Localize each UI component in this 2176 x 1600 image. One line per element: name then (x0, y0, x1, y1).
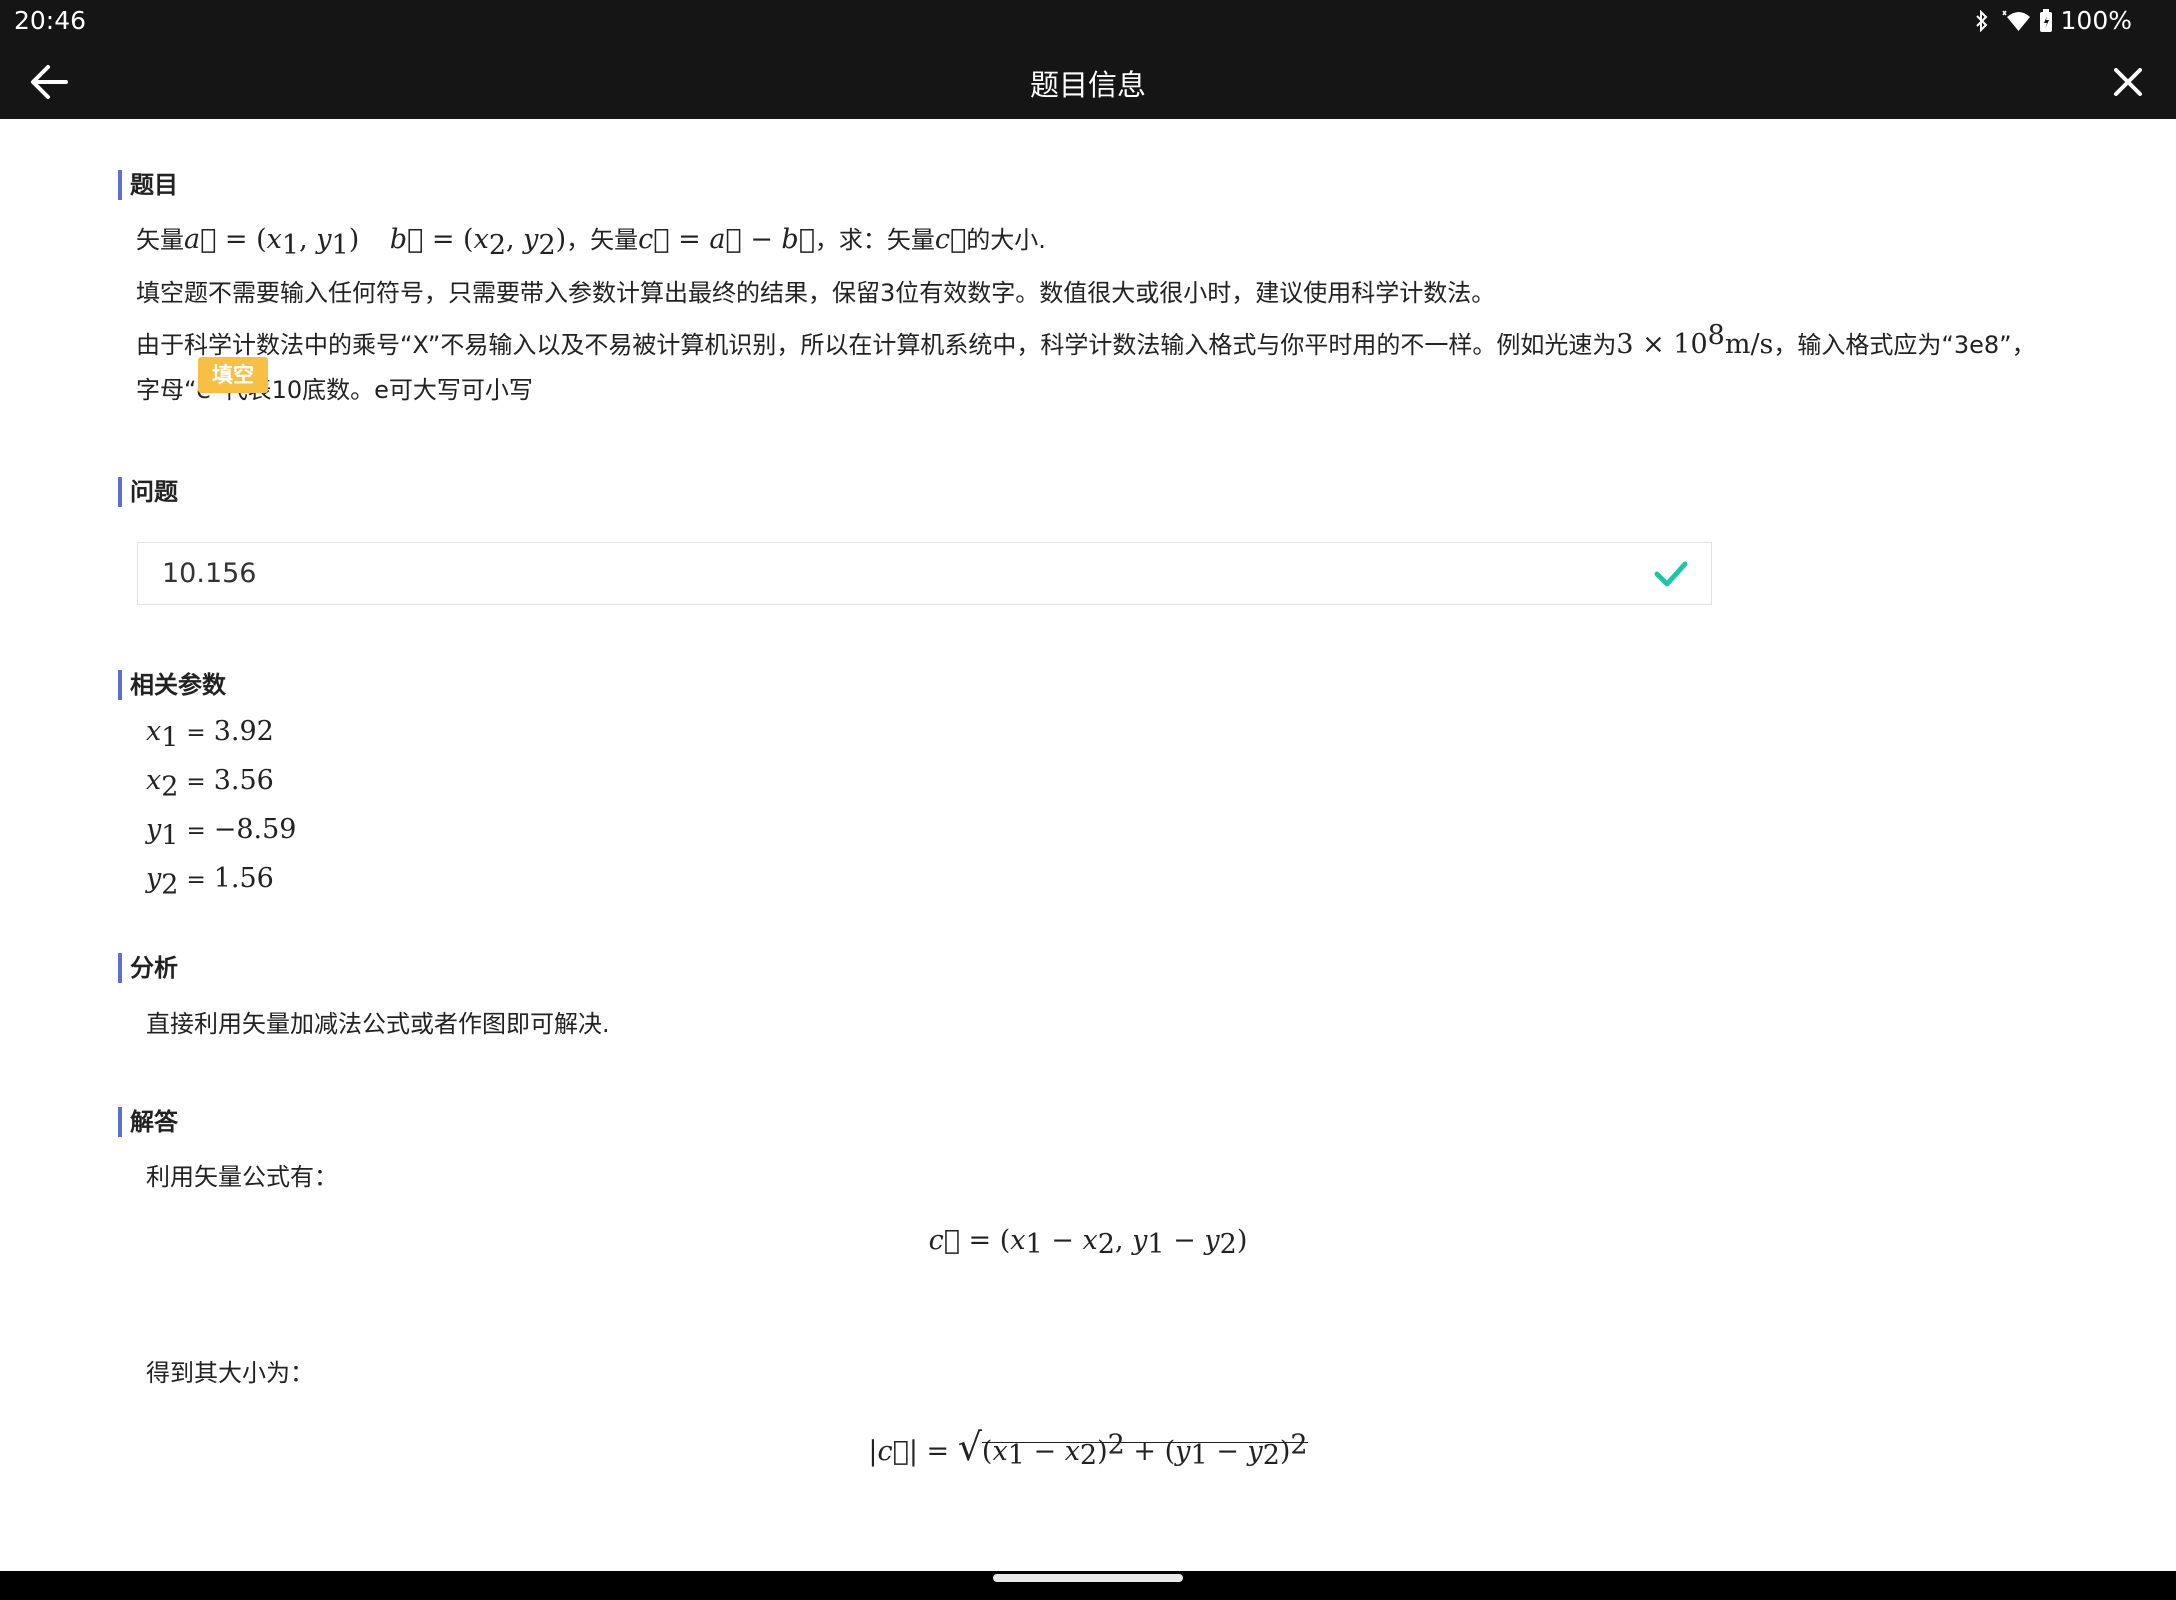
param-value: 3.92 (213, 716, 274, 747)
question-text-end: 的大小. (966, 226, 1046, 254)
param-x1: x1 = 3.92 (146, 716, 274, 754)
formula-c-magnitude: |c⃗| = √(x1 − x2)2 + (y1 − y2)2 (868, 1425, 1308, 1472)
section-params-title: 相关参数 (118, 670, 226, 700)
page-title: 题目信息 (1029, 68, 1146, 102)
close-icon[interactable] (2108, 62, 2148, 102)
bluetooth-icon (1975, 9, 1987, 32)
question-line-1: 矢量a⃗ = (x1, y1) b⃗ = (x2, y2)，矢量c⃗ = a⃗ … (136, 224, 1046, 261)
answer-input[interactable]: 10.156 (137, 542, 1712, 605)
battery-icon (2039, 8, 2052, 32)
param-var: y (146, 863, 162, 894)
home-gesture-handle[interactable] (993, 1574, 1183, 1582)
param-x2: x2 = 3.56 (146, 765, 274, 803)
status-icons: 100% (1975, 6, 2132, 35)
param-sub: 1 (161, 722, 179, 754)
question-line-2: 填空题不需要输入任何符号，只需要带入参数计算出最终的结果，保留3位有效数字。数值… (136, 279, 1496, 307)
wifi-icon (2001, 10, 2030, 31)
question-text-prefix: 矢量 (136, 226, 184, 254)
question-text-sep: ，矢量 (566, 226, 639, 254)
param-value: 1.56 (213, 863, 274, 894)
param-y1: y1 = −8.59 (146, 814, 297, 852)
param-var: x (146, 765, 162, 796)
question-line-3-prefix: 由于科学计数法中的乘号“X”不易输入以及不易被计算机识别，所以在计算机系统中，科… (136, 331, 1617, 359)
param-sub: 2 (161, 869, 179, 901)
question-line-3: 由于科学计数法中的乘号“X”不易输入以及不易被计算机识别，所以在计算机系统中，科… (136, 320, 2036, 360)
check-icon (1654, 561, 1688, 587)
status-bar: 20:46 100% (0, 0, 2176, 44)
section-question-title: 题目 (118, 170, 178, 200)
solution-step-2: 得到其大小为： (146, 1359, 314, 1387)
solution-step-1: 利用矢量公式有： (146, 1163, 338, 1191)
answer-value: 10.156 (162, 558, 257, 589)
formula-c-vector: c⃗ = (x1 − x2, y1 − y2) (928, 1225, 1248, 1261)
question-text-suffix: ，求：矢量 (814, 226, 935, 254)
navigation-bar (0, 1571, 2176, 1600)
status-time: 20:46 (14, 6, 87, 35)
param-sub: 2 (161, 771, 179, 803)
section-analysis-title: 分析 (118, 953, 178, 983)
section-solution-title: 解答 (118, 1107, 178, 1137)
param-y2: y2 = 1.56 (146, 863, 274, 901)
app-bar: 题目信息 (0, 44, 2176, 119)
question-line-3-suffix: ，输入格式应为“3e8”， (1773, 331, 2036, 359)
battery-level: 100% (2060, 6, 2132, 35)
param-sub: 1 (161, 820, 179, 852)
question-line-4: 字母“e”代表10底数。e可大写可小写 (136, 376, 533, 404)
param-var: x (146, 716, 162, 747)
analysis-text: 直接利用矢量加减法公式或者作图即可解决. (146, 1010, 610, 1038)
param-value: 3.56 (213, 765, 274, 796)
param-value: −8.59 (213, 814, 297, 845)
fill-blank-badge: 填空 (198, 357, 268, 393)
section-problem-title: 问题 (118, 477, 178, 507)
param-var: y (146, 814, 162, 845)
